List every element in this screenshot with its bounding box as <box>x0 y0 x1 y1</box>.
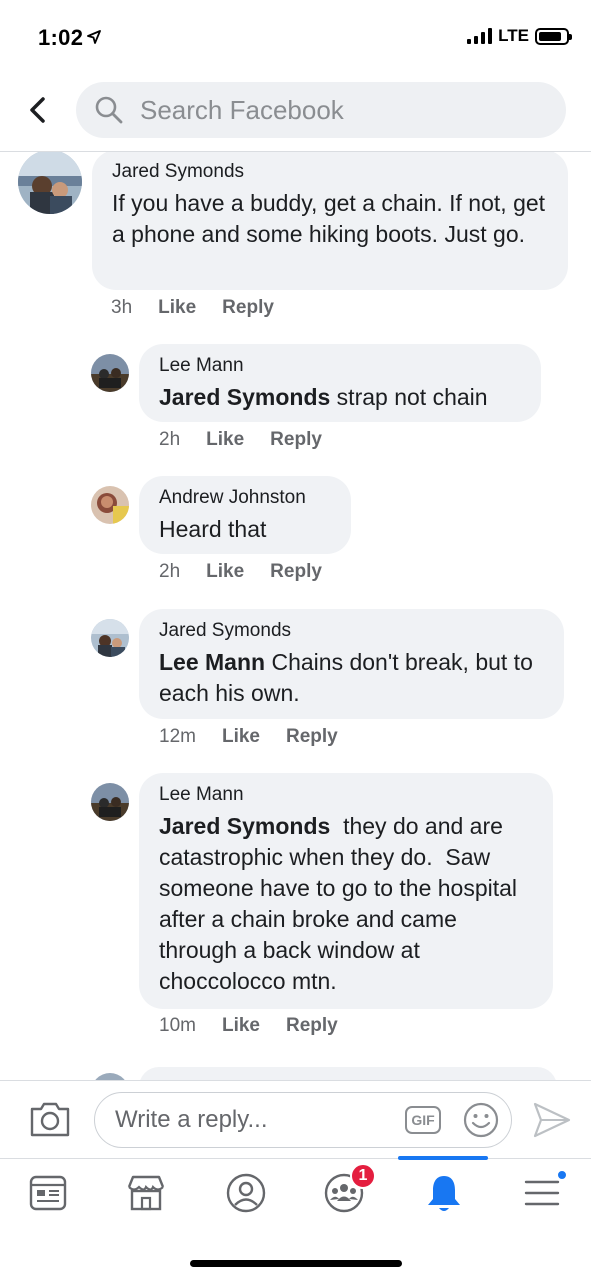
search-bar[interactable] <box>76 82 566 138</box>
comment-author[interactable]: Lee Mann <box>159 354 521 378</box>
tab-news-feed[interactable] <box>22 1169 74 1217</box>
like-button[interactable]: Like <box>206 429 244 451</box>
comment-time[interactable]: 3h <box>111 297 132 319</box>
reply-placeholder: Write a reply... <box>115 1106 268 1133</box>
location-arrow-icon <box>87 24 102 50</box>
comment-text: Lee Mann Chains don't break, but to each… <box>159 647 544 709</box>
comment-text: Jared Symonds strap not chain <box>159 382 521 413</box>
comment-time[interactable]: 2h <box>159 429 180 451</box>
clock-text: 1:02 <box>38 25 84 50</box>
notification-count-badge: 1 <box>350 1163 376 1189</box>
comment: Jared Symonds If you have a buddy, get a… <box>0 152 591 322</box>
mention-link[interactable]: Lee Mann <box>159 649 265 675</box>
comment-text: Jared Symonds they do and are catastroph… <box>159 811 533 997</box>
comment-text-content: they do and are catastrophic when they d… <box>159 813 524 994</box>
signal-bars-icon <box>467 28 493 44</box>
like-button[interactable]: Like <box>158 297 196 319</box>
comment-time[interactable]: 2h <box>159 561 180 583</box>
tab-groups[interactable]: 1 <box>318 1163 376 1217</box>
header <box>0 70 591 152</box>
hamburger-menu-icon <box>524 1180 560 1206</box>
search-icon <box>95 96 123 124</box>
reply-comment-partial <box>0 1067 591 1080</box>
status-time: 1:02 <box>38 24 102 51</box>
reply-button[interactable]: Reply <box>270 429 322 451</box>
tab-marketplace[interactable] <box>120 1169 172 1217</box>
comment-author[interactable]: Lee Mann <box>159 783 533 807</box>
chevron-left-icon <box>30 97 45 123</box>
storefront-icon <box>127 1175 165 1211</box>
mention-link[interactable]: Jared Symonds <box>159 384 330 410</box>
comment-thread: Jared Symonds If you have a buddy, get a… <box>0 152 591 1080</box>
send-button[interactable] <box>532 1101 572 1139</box>
status-bar: 1:02 LTE <box>0 0 591 70</box>
comment-time[interactable]: 12m <box>159 726 196 748</box>
like-button[interactable]: Like <box>222 726 260 748</box>
comment-bubble: Andrew Johnston Heard that <box>139 476 351 554</box>
reply-button[interactable]: Reply <box>286 1015 338 1037</box>
reply-comment: Andrew Johnston Heard that 2h Like Reply <box>0 476 591 586</box>
comment-actions: 12m Like Reply <box>159 726 338 748</box>
bell-icon <box>428 1176 460 1211</box>
comment-actions: 2h Like Reply <box>159 561 322 583</box>
avatar[interactable] <box>18 152 82 214</box>
tab-notifications[interactable] <box>418 1169 470 1217</box>
back-button[interactable] <box>20 92 56 128</box>
reply-input[interactable]: Write a reply... GIF <box>94 1092 512 1148</box>
send-icon <box>533 1102 571 1138</box>
comment-bubble: Jared Symonds Lee Mann Chains don't brea… <box>139 609 564 719</box>
newsfeed-icon <box>29 1175 67 1211</box>
reply-button[interactable]: Reply <box>270 561 322 583</box>
like-button[interactable]: Like <box>222 1015 260 1037</box>
avatar[interactable] <box>91 619 129 657</box>
profile-icon <box>226 1173 266 1213</box>
comment-actions: 10m Like Reply <box>159 1015 338 1037</box>
avatar[interactable] <box>91 783 129 821</box>
comment-bubble <box>139 1067 557 1080</box>
tab-profile[interactable] <box>220 1169 272 1217</box>
emoji-icon[interactable] <box>463 1102 499 1138</box>
like-button[interactable]: Like <box>206 561 244 583</box>
tab-menu[interactable] <box>516 1169 568 1217</box>
search-input[interactable] <box>140 94 520 126</box>
avatar[interactable] <box>91 354 129 392</box>
network-type: LTE <box>498 26 529 45</box>
bottom-tab-bar: 1 <box>0 1156 591 1280</box>
comment-actions: 3h Like Reply <box>111 297 274 319</box>
reply-comment: Jared Symonds Lee Mann Chains don't brea… <box>0 609 591 749</box>
avatar[interactable] <box>91 486 129 524</box>
home-indicator[interactable] <box>190 1260 402 1267</box>
avatar[interactable] <box>91 1073 129 1080</box>
active-tab-indicator <box>398 1156 488 1160</box>
comment-author[interactable]: Andrew Johnston <box>159 486 331 510</box>
comment-time[interactable]: 10m <box>159 1015 196 1037</box>
comment-bubble: Lee Mann Jared Symonds strap not chain <box>139 344 541 422</box>
reply-button[interactable]: Reply <box>286 726 338 748</box>
comment-author[interactable]: Jared Symonds <box>112 160 548 184</box>
comment-actions: 2h Like Reply <box>159 429 322 451</box>
gif-button[interactable]: GIF <box>405 1106 441 1134</box>
mention-link[interactable]: Jared Symonds <box>159 813 330 839</box>
reply-comment: Lee Mann Jared Symonds they do and are c… <box>0 773 591 1043</box>
reply-composer: Write a reply... GIF <box>0 1080 591 1158</box>
comment-author[interactable]: Jared Symonds <box>159 619 544 643</box>
reply-comment: Lee Mann Jared Symonds strap not chain 2… <box>0 344 591 454</box>
reply-button[interactable]: Reply <box>222 297 274 319</box>
comment-bubble: Jared Symonds If you have a buddy, get a… <box>92 152 568 290</box>
battery-icon <box>535 27 572 45</box>
menu-update-dot <box>556 1169 568 1181</box>
comment-text-content: strap not chain <box>330 384 488 410</box>
camera-icon <box>30 1102 70 1137</box>
comment-text: Heard that <box>159 516 267 542</box>
camera-button[interactable] <box>28 1099 72 1139</box>
status-indicators: LTE <box>467 26 572 46</box>
comment-bubble: Lee Mann Jared Symonds they do and are c… <box>139 773 553 1009</box>
comment-text: If you have a buddy, get a chain. If not… <box>112 190 546 247</box>
